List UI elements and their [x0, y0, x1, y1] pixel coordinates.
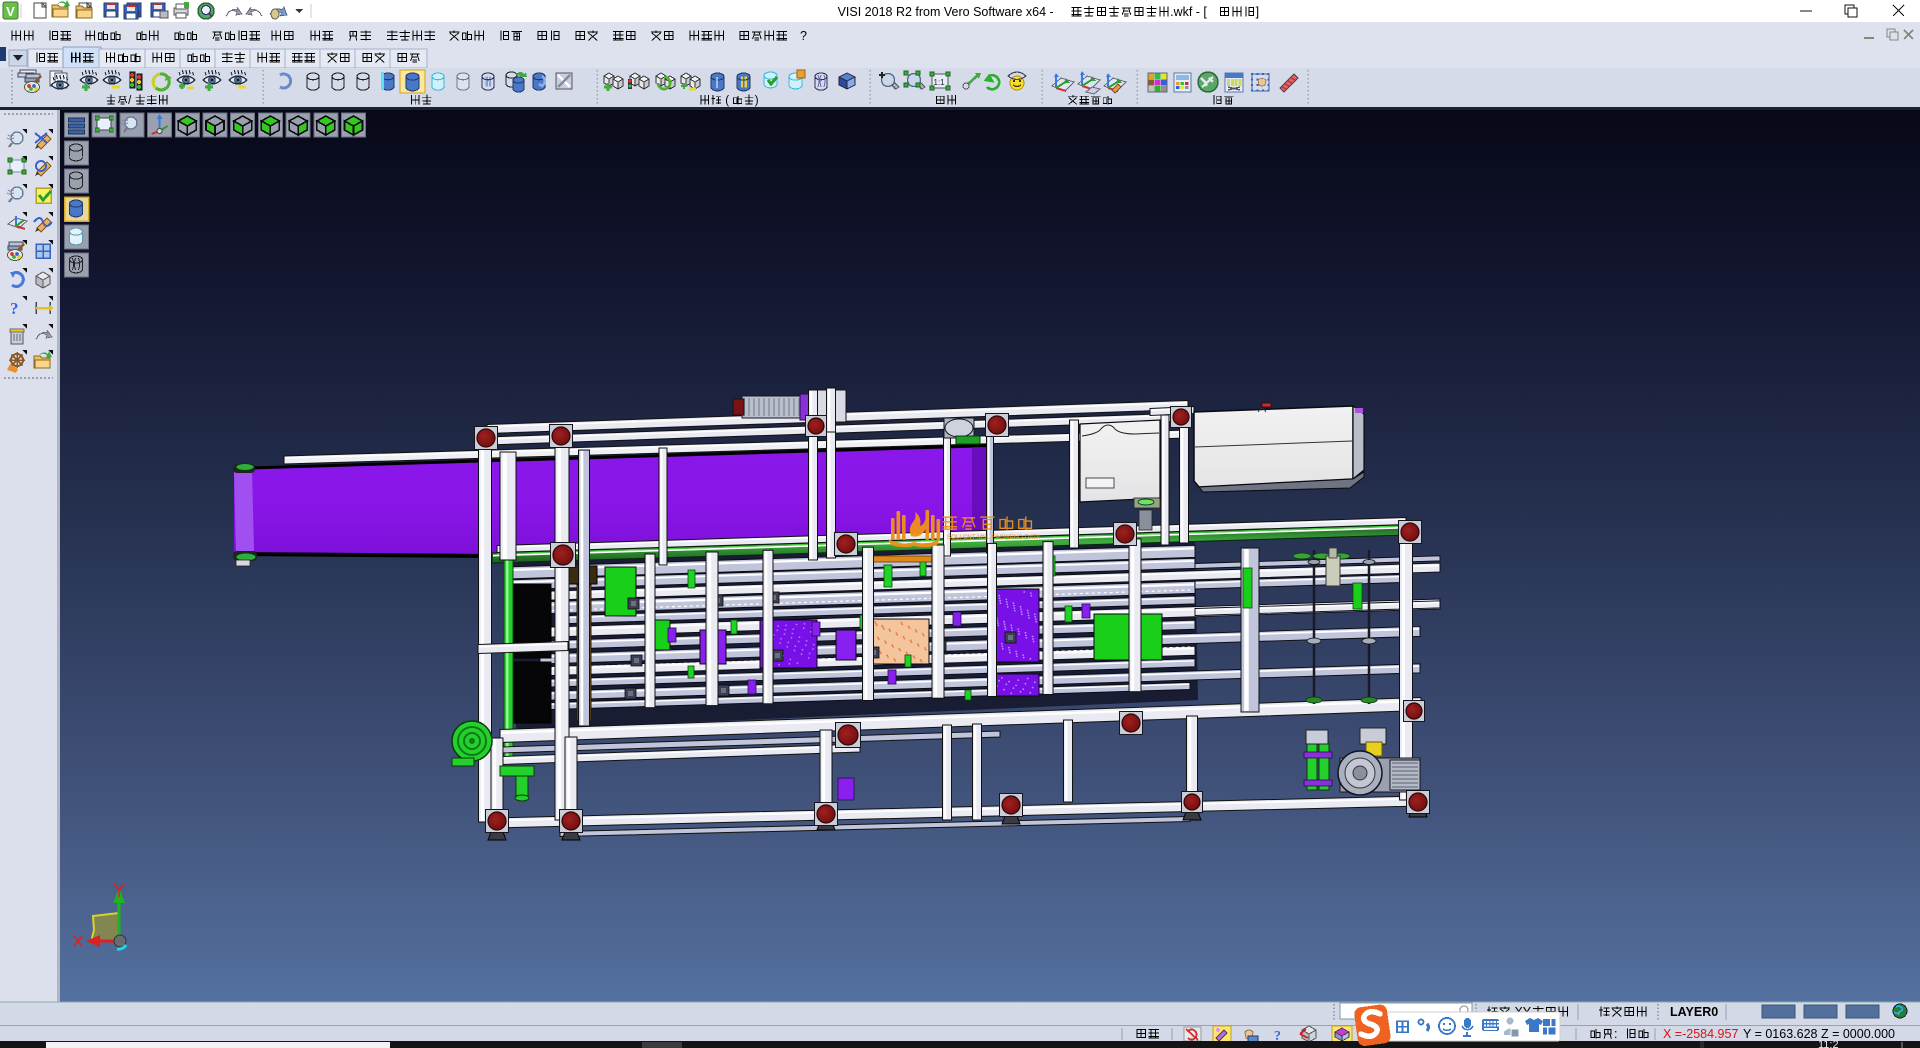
svg-text:V: V: [6, 4, 15, 19]
svg-text:?: ?: [800, 29, 807, 43]
svg-text:]: ]: [1256, 5, 1259, 19]
svg-text:): ): [755, 95, 759, 107]
svg-text:LAYER0: LAYER0: [1670, 1005, 1718, 1019]
svg-text:VISI 2018 R2 from Vero Softwar: VISI 2018 R2 from Vero Software x64 -: [838, 5, 1058, 19]
svg-text::: :: [1614, 1027, 1621, 1041]
svg-text:?: ?: [10, 299, 19, 318]
svg-text:1:1: 1:1: [934, 78, 946, 87]
svg-text:11:2: 11:2: [1818, 1039, 1839, 1048]
svg-text:(: (: [722, 95, 729, 107]
svg-text:X =-2584.957: X =-2584.957: [1663, 1027, 1738, 1041]
svg-text:.wkf - [: .wkf - [: [1170, 5, 1207, 19]
svg-text:SOLI CNT MNL FACWPNO DATA: SOLI CNT MNL FACWPNO DATA: [947, 534, 1041, 541]
